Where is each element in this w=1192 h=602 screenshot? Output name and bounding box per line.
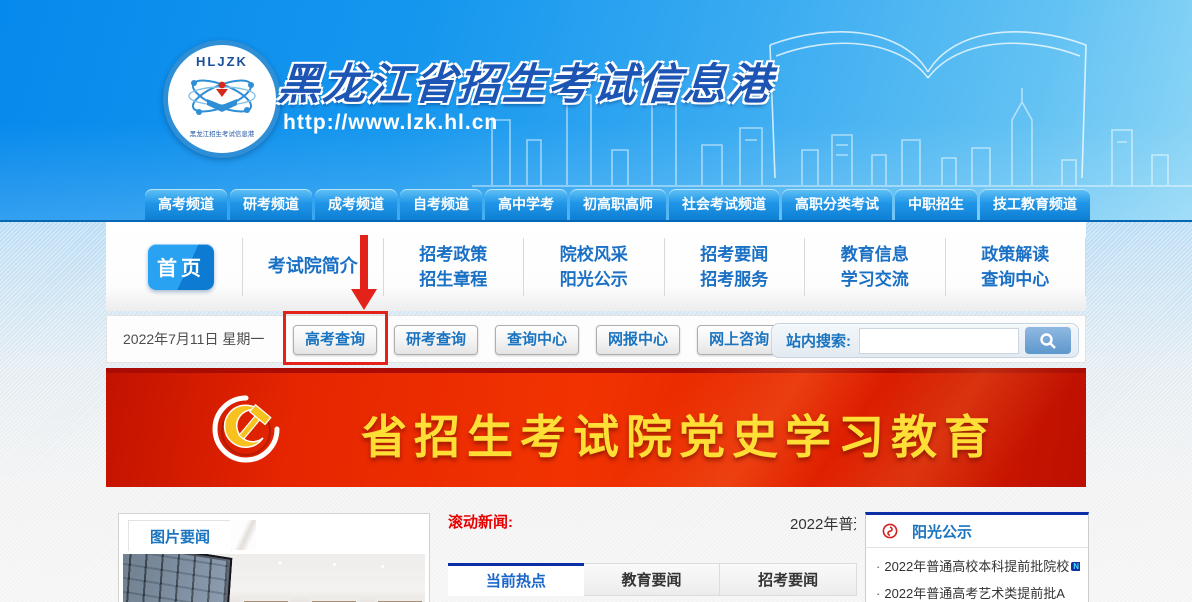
party-emblem-icon [212,395,280,463]
site-url[interactable]: http://www.lzk.hl.cn [283,111,498,135]
photo-video-wall [123,554,233,602]
home-button[interactable]: 首页 [148,243,214,290]
nav-item-education-exchange[interactable]: 教育信息 学习交流 [804,237,945,296]
scrolling-news-ticker[interactable]: 2022年普通 [790,513,856,533]
tab-education-news[interactable]: 教育要闻 [583,563,721,596]
tab-vocational-teacher[interactable]: 初高职高师 [570,189,666,220]
bullet: · [876,559,881,574]
nav-item-label: 阳光公示 [559,269,628,289]
nav-item-label: 查询中心 [981,269,1050,289]
sunshine-publicity-panel: 阳光公示 ·2022年普通高校本科提前批院校NEW ·2022年普通高考艺术类提… [865,512,1089,602]
new-badge: NEW [1071,562,1080,571]
nav-item-label: 招生章程 [419,269,488,289]
red-arrow-annotation [360,235,368,291]
photo-window [375,598,425,602]
page: HLJZK 黑龙江招生考试信息港 黑龙江省招生考试信息港 http://www.… [0,0,1192,602]
nav-item-label: 招考政策 [419,244,488,264]
tab-yankao-channel[interactable]: 研考频道 [230,189,312,220]
nav-item-label: 考试院简介 [267,256,358,276]
nav-item-label: 学习交流 [840,269,909,289]
nav-item-news-service[interactable]: 招考要闻 招考服务 [663,237,805,296]
tab-zikao-channel[interactable]: 自考频道 [400,189,482,220]
red-arrow-head [351,289,377,310]
channel-tab-bar: 高考频道 研考频道 成考频道 自考频道 高中学考 初高职高师 社会考试频道 高职… [145,189,1090,220]
site-logo[interactable]: HLJZK 黑龙江招生考试信息港 [163,40,281,158]
tab-admission-news[interactable]: 招考要闻 [720,563,858,596]
nav-item-interpretation-query[interactable]: 政策解读 查询中心 [944,237,1086,296]
tab-chengkao-channel[interactable]: 成考频道 [315,189,397,220]
nav-item-policy-charter[interactable]: 招考政策 招生章程 [382,237,524,296]
ticker-text: 2022年普通 [790,516,856,533]
tab-current-hot[interactable]: 当前热点 [448,563,584,596]
site-search-box: 站内搜索: [771,323,1079,358]
nav-item-college-sunshine[interactable]: 院校风采 阳光公示 [523,237,664,296]
nav-item-label: 院校风采 [559,244,628,264]
sunshine-panel-title: 阳光公示 [912,523,973,541]
photo-news-card: 图片要闻 [118,513,430,602]
magnifier-icon [1040,332,1056,349]
photo-tab-fold [230,520,256,550]
nav-item-label: 招考服务 [700,269,769,289]
news-photo[interactable] [123,554,425,602]
search-label: 站内搜索: [786,333,851,350]
scrolling-news-label: 滚动新闻: [448,514,513,531]
online-report-center-button[interactable]: 网报中心 [596,325,681,355]
query-center-button[interactable]: 查询中心 [495,325,580,355]
photo-news-tab[interactable]: 图片要闻 [128,520,232,551]
party-history-banner[interactable]: 省招生考试院党史学习教育 [106,368,1086,487]
bottom-section: 图片要闻 滚动新闻: 2022年普通 当前热点 教育要闻 招考要闻 [106,500,1089,602]
nav-item-label: 教育信息 [840,244,909,264]
sunshine-panel-header[interactable]: 阳光公示 [866,515,1088,548]
item-text: 2022年普通高校本科提前批院校 [884,559,1070,574]
nav-item-label: 政策解读 [981,244,1050,264]
tab-technical-education-channel[interactable]: 技工教育频道 [980,189,1090,220]
tab-social-exam-channel[interactable]: 社会考试频道 [669,189,779,220]
sunshine-list-item[interactable]: ·2022年普通高校本科提前批院校NEW [876,556,1080,575]
nav-item-label: 招考要闻 [700,244,769,264]
tab-vocational-classified-exam[interactable]: 高职分类考试 [782,189,892,220]
search-input[interactable] [859,327,1019,354]
site-title: 黑龙江省招生考试信息港 [275,60,775,110]
item-text: 2022年普通高考艺术类提前批A [884,586,1065,601]
tab-gaokao-channel[interactable]: 高考频道 [145,189,227,220]
logo-bottom-text: 黑龙江招生考试信息港 [189,131,255,138]
bullet: · [876,586,881,601]
tab-high-school-exam[interactable]: 高中学考 [485,189,567,220]
toolbar-row: 2022年7月11日 星期一 高考查询 研考查询 查询中心 网报中心 网上咨询 … [106,315,1086,363]
tab-secondary-vocational[interactable]: 中职招生 [895,189,977,220]
photo-window [241,598,291,602]
red-swirl-icon [882,523,898,539]
atom-book-icon [188,79,256,115]
photo-window [309,598,359,602]
news-tab-bar: 当前热点 教育要闻 招考要闻 [448,563,858,596]
main-nav-panel: 首页 考试院简介 招考政策 招生章程 院校风采 阳光公示 招考要闻 招考服务 教… [106,222,1086,311]
search-button[interactable] [1025,327,1071,354]
highlight-rectangle [283,311,388,365]
banner-title: 省招生考试院党史学习教育 [361,411,997,463]
online-consult-button[interactable]: 网上咨询 [697,325,782,355]
yankao-query-button[interactable]: 研考查询 [394,325,479,355]
sunshine-list-item[interactable]: · 2022年普通高考艺术类提前批A [876,583,1080,602]
current-date: 2022年7月11日 星期一 [123,331,265,347]
